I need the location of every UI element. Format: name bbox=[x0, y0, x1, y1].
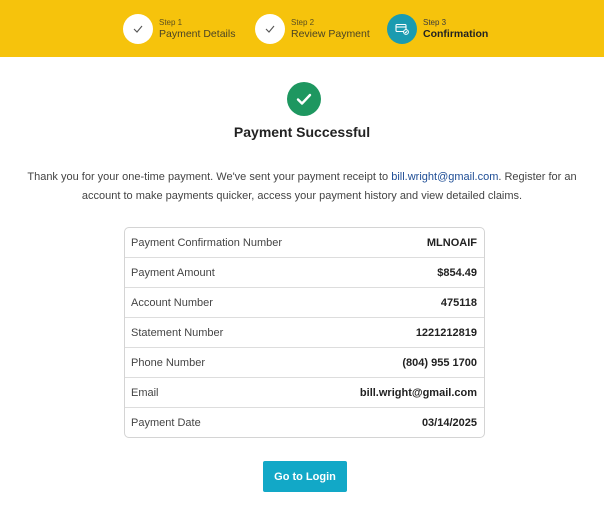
payment-details-table: Payment Confirmation Number MLNOAIF Paym… bbox=[124, 227, 485, 438]
detail-label: Payment Confirmation Number bbox=[131, 236, 283, 249]
detail-row-phone-number: Phone Number (804) 955 1700 bbox=[125, 348, 484, 378]
detail-value: 475118 bbox=[440, 296, 477, 309]
detail-value: (804) 955 1700 bbox=[402, 356, 477, 369]
page-title: Payment Successful bbox=[233, 124, 371, 140]
detail-row-confirmation-number: Payment Confirmation Number MLNOAIF bbox=[125, 228, 484, 258]
detail-label: Phone Number bbox=[131, 356, 205, 369]
step-label: Review Payment bbox=[291, 28, 370, 40]
email-link[interactable]: bill.wright@gmail.com bbox=[391, 171, 498, 183]
detail-value: bill.wright@gmail.com bbox=[359, 386, 477, 399]
confirmation-message: Thank you for your one-time payment. We'… bbox=[20, 168, 584, 206]
detail-label: Payment Amount bbox=[131, 266, 215, 279]
step-label: Confirmation bbox=[423, 28, 489, 40]
detail-label: Email bbox=[131, 386, 159, 399]
detail-value: $854.49 bbox=[437, 266, 477, 279]
checkmark-icon bbox=[255, 14, 285, 44]
detail-row-account-number: Account Number 475118 bbox=[125, 288, 484, 318]
step-label: Payment Details bbox=[159, 28, 236, 40]
step-number: Step 3 bbox=[423, 18, 447, 27]
detail-value: 1221212819 bbox=[415, 326, 477, 339]
payment-card-icon bbox=[387, 14, 417, 44]
step-number: Step 1 bbox=[159, 18, 183, 27]
detail-row-statement-number: Statement Number 1221212819 bbox=[125, 318, 484, 348]
checkmark-icon bbox=[123, 14, 153, 44]
step-number: Step 2 bbox=[291, 18, 315, 27]
detail-label: Account Number bbox=[131, 296, 213, 309]
go-to-login-button[interactable]: Go to Login bbox=[263, 461, 347, 492]
message-text: Thank you for your one-time payment. We'… bbox=[27, 171, 392, 183]
progress-stepper: Step 1 Payment Details Step 2 Review Pay… bbox=[0, 0, 604, 57]
detail-row-payment-date: Payment Date 03/14/2025 bbox=[125, 408, 484, 437]
detail-value: MLNOAIF bbox=[426, 236, 477, 249]
detail-label: Payment Date bbox=[131, 416, 201, 429]
detail-value: 03/14/2025 bbox=[421, 416, 477, 429]
detail-row-payment-amount: Payment Amount $854.49 bbox=[125, 258, 484, 288]
detail-row-email: Email bill.wright@gmail.com bbox=[125, 378, 484, 408]
checkmark-circle-icon bbox=[287, 82, 321, 116]
detail-label: Statement Number bbox=[131, 326, 224, 339]
